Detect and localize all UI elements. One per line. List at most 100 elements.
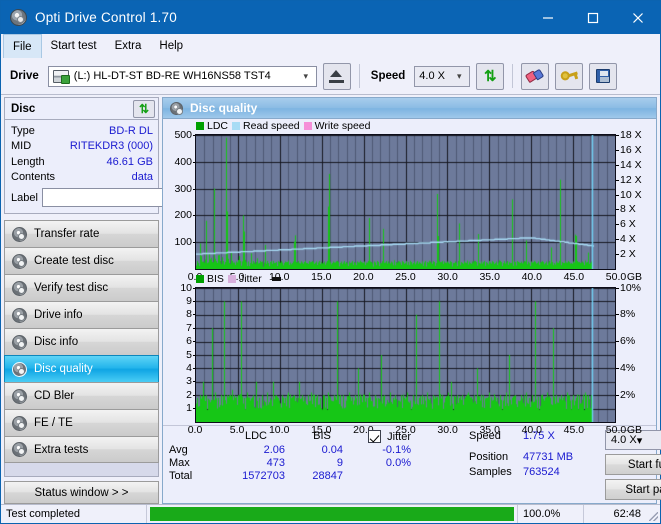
- disc-icon: [12, 416, 27, 431]
- erase-button[interactable]: [521, 63, 549, 90]
- menu-extra[interactable]: Extra: [106, 34, 151, 58]
- legend-bis-label: BIS: [207, 273, 224, 285]
- sidebar-item-create-test-disc[interactable]: Create test disc: [4, 247, 159, 274]
- sidebar-item-fe-te[interactable]: FE / TE: [4, 409, 159, 436]
- stats-row-label-avg: Avg: [169, 444, 219, 456]
- legend-swatch-jitter: [228, 275, 236, 283]
- y-tick-label: 400: [174, 156, 192, 168]
- disc-label-label: Label: [11, 192, 38, 204]
- x-tick-label: 25.0: [395, 424, 415, 436]
- y2-tick-label: 12 X: [620, 174, 642, 186]
- menu-file[interactable]: File: [3, 34, 42, 58]
- disc-info-rows: Type BD-R DL MID RITEKDR3 (000) Length 4…: [5, 120, 158, 213]
- test-samples-label: Samples: [469, 466, 523, 478]
- speed-select[interactable]: 4.0 X ▾: [414, 66, 470, 87]
- y-tick-label: 10: [180, 282, 192, 294]
- disc-type-label: Type: [11, 125, 35, 137]
- title-bar: Opti Drive Control 1.70: [1, 1, 660, 34]
- key-icon: [559, 67, 579, 86]
- sidebar-item-extra-tests[interactable]: Extra tests: [4, 436, 159, 463]
- sidebar-item-cd-bler[interactable]: CD Bler: [4, 382, 159, 409]
- sidebar-item-drive-info[interactable]: Drive info: [4, 301, 159, 328]
- bis-plot-area[interactable]: [195, 287, 616, 423]
- bis-y-axis-right: 2%4%6%8%10%: [616, 287, 656, 423]
- sidebar-item-label: FE / TE: [34, 417, 73, 429]
- legend-write-speed: Write speed: [304, 120, 371, 132]
- legend-swatch-ldc: [196, 122, 204, 130]
- y-tick-label: 100: [174, 236, 192, 248]
- disc-row-type: Type BD-R DL: [11, 123, 153, 139]
- sidebar-nav: Transfer rate Create test disc Verify te…: [4, 220, 159, 463]
- eraser-icon: [525, 66, 546, 86]
- legend-jitter: Jitter: [228, 273, 262, 285]
- y-tick-label: 3: [186, 375, 192, 387]
- legend-read-speed-label: Read speed: [243, 120, 300, 132]
- legend-write-speed-label: Write speed: [315, 120, 371, 132]
- ldc-plot-area[interactable]: [195, 134, 616, 270]
- x-tick-label: 0.0: [188, 424, 203, 436]
- disc-icon: [12, 362, 27, 377]
- stats-avg-jitter: -0.1%: [351, 444, 411, 456]
- jitter-checkbox[interactable]: [368, 430, 381, 443]
- ldc-chart-legend: LDC Read speed Write speed: [196, 120, 371, 132]
- sidebar-item-label: Verify test disc: [34, 282, 108, 294]
- toolbar-separator-1: [359, 64, 360, 88]
- stats-row-label-total: Total: [169, 470, 219, 482]
- disc-row-contents: Contents data: [11, 170, 153, 186]
- test-info-grid: Speed 1.75 X Position 47731 MB Samples 7…: [469, 430, 597, 500]
- menu-start-test[interactable]: Start test: [42, 34, 106, 58]
- legend-jitter-label: Jitter: [239, 273, 262, 285]
- save-button[interactable]: [589, 63, 617, 90]
- start-part-button[interactable]: Start part: [605, 479, 661, 500]
- y-tick-label: 5: [186, 349, 192, 361]
- sidebar-item-disc-info[interactable]: Disc info: [4, 328, 159, 355]
- start-full-button[interactable]: Start full: [605, 454, 661, 475]
- disc-icon: [12, 442, 27, 457]
- test-position-label: Position: [469, 445, 523, 463]
- ldc-y-axis-left: 100200300400500: [163, 134, 195, 270]
- panel-header: Disc quality: [163, 98, 656, 119]
- maximize-button[interactable]: [570, 1, 615, 34]
- refresh-icon: ⇅: [484, 69, 497, 84]
- x-tick-label: 35.0: [479, 424, 499, 436]
- stats-row-label-max: Max: [169, 457, 219, 469]
- legend-read-speed: Read speed: [232, 120, 300, 132]
- sidebar-item-label: Disc quality: [34, 363, 93, 375]
- key-button[interactable]: [555, 63, 583, 90]
- menu-help[interactable]: Help: [150, 34, 192, 58]
- close-button[interactable]: [615, 1, 660, 34]
- legend-swatch-bis: [196, 275, 204, 283]
- sidebar-item-disc-quality[interactable]: Disc quality: [4, 355, 159, 382]
- sidebar-item-transfer-rate[interactable]: Transfer rate: [4, 220, 159, 247]
- legend-swatch-write-speed: [304, 122, 312, 130]
- stats-total-bis: 28847: [293, 470, 351, 482]
- sidebar-item-verify-test-disc[interactable]: Verify test disc: [4, 274, 159, 301]
- menu-help-label: Help: [159, 40, 183, 52]
- refresh-button[interactable]: ⇅: [476, 63, 504, 90]
- bis-chart-legend: BIS Jitter: [196, 273, 281, 285]
- eject-button[interactable]: [323, 63, 351, 90]
- main-body: Disc ⇅ Type BD-R DL MID RITEKDR3 (000) L…: [1, 95, 660, 504]
- stats-max-ldc: 473: [219, 457, 293, 469]
- resize-grip[interactable]: [646, 505, 660, 523]
- minimize-button[interactable]: [525, 1, 570, 34]
- disc-refresh-button[interactable]: ⇅: [133, 100, 155, 118]
- y-tick-label: 300: [174, 183, 192, 195]
- stats-grid: LDC BIS Jitter Avg 2.06 0.04 -0.1% Max 4…: [169, 430, 469, 482]
- sidebar-item-label: Create test disc: [34, 255, 114, 267]
- disc-quality-panel: Disc quality LDC Read speed: [162, 97, 657, 504]
- stats-table: LDC BIS Jitter Avg 2.06 0.04 -0.1% Max 4…: [169, 430, 469, 500]
- ldc-chart: LDC Read speed Write speed 1002003004005…: [163, 120, 656, 270]
- sidebar-filler: [4, 463, 159, 477]
- y2-tick-label: 2 X: [620, 248, 636, 260]
- y2-tick-label: 18 X: [620, 129, 642, 141]
- stats-avg-ldc: 2.06: [219, 444, 293, 456]
- chevron-down-icon: ▾: [451, 71, 467, 82]
- elapsed-time: 62:48: [584, 505, 646, 523]
- disc-mid-value: RITEKDR3 (000): [70, 140, 153, 152]
- status-window-button[interactable]: Status window > >: [4, 481, 159, 504]
- stats-max-bis: 9: [293, 457, 351, 469]
- y2-tick-label: 8 X: [620, 203, 636, 215]
- test-speed-select-value: 4.0 X: [611, 434, 637, 446]
- drive-select[interactable]: (L:) HL-DT-ST BD-RE WH16NS58 TST4 ▾: [48, 66, 317, 87]
